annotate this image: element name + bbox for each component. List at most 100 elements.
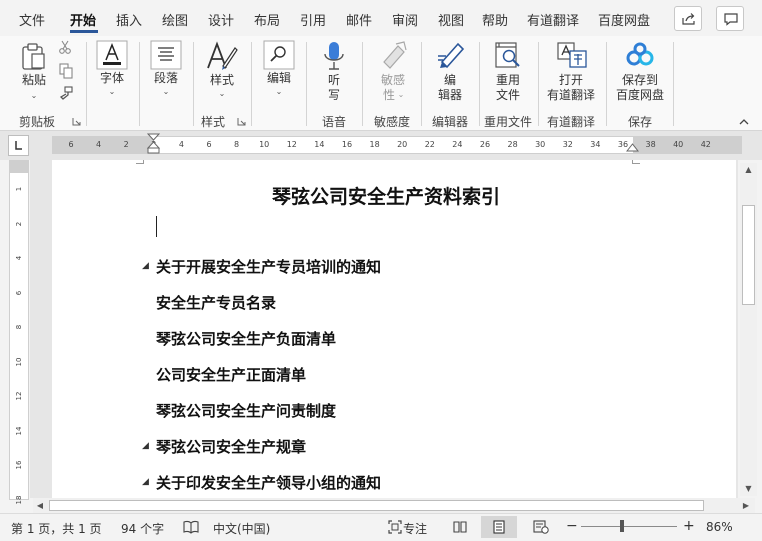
- scroll-left-arrow-icon[interactable]: ◀: [33, 499, 47, 513]
- vertical-scroll-thumb[interactable]: [742, 205, 755, 305]
- ruler-tick-label: 12: [286, 140, 297, 149]
- collapse-arrow-icon[interactable]: ◢: [142, 441, 149, 451]
- vertical-ruler[interactable]: 1 2 4 6 8 10 12 14 16 18: [9, 160, 29, 504]
- group-divider: [673, 42, 674, 126]
- tab-selector[interactable]: [8, 135, 29, 156]
- youdao-label-2: 有道翻译: [546, 88, 596, 102]
- tab-stop-icon: [15, 141, 22, 150]
- menu-insert[interactable]: 插入: [116, 10, 142, 29]
- clipboard-group-label: 剪贴板: [18, 115, 56, 129]
- editor-label-1: 编: [443, 73, 457, 87]
- ruler-tick-label: 26: [479, 140, 491, 149]
- group-divider: [538, 42, 539, 126]
- document-page[interactable]: 琴弦公司安全生产资料索引 ◢ 关于开展安全生产专员培训的通知 安全生产专员名录 …: [52, 160, 736, 498]
- vertical-scrollbar[interactable]: ▲ ▼: [740, 163, 757, 496]
- ruler-tick-label: 18: [15, 495, 23, 504]
- ruler-tick-label: 32: [562, 140, 573, 149]
- menu-help[interactable]: 帮助: [482, 10, 508, 29]
- chevron-down-icon: ⌄: [218, 89, 226, 98]
- baidu-label-2: 百度网盘: [615, 88, 665, 102]
- menu-mailings[interactable]: 邮件: [346, 10, 372, 29]
- zoom-slider[interactable]: [581, 526, 677, 527]
- ruler-tick-label: 20: [397, 140, 408, 149]
- editor-label-2: 辑器: [437, 88, 463, 102]
- heading-item[interactable]: 关于印发安全生产领导小组的通知: [156, 472, 381, 493]
- chevron-down-icon: ⌄: [162, 87, 170, 96]
- horizontal-scroll-thumb[interactable]: [49, 500, 704, 511]
- heading-item[interactable]: 琴弦公司安全生产问责制度: [156, 400, 336, 421]
- copy-icon[interactable]: [58, 63, 74, 79]
- horizontal-scrollbar[interactable]: ◀ ▶: [33, 498, 755, 513]
- format-painter-icon[interactable]: [58, 86, 74, 102]
- ruler-tick-label: 6: [68, 140, 74, 149]
- focus-button[interactable]: 专注: [403, 520, 427, 537]
- styles-group-label: 样式: [200, 115, 226, 129]
- menu-view[interactable]: 视图: [438, 10, 464, 29]
- ruler-bar: 6422468101214161820222426283032343638404…: [0, 131, 762, 160]
- ruler-tick-label: 4: [96, 140, 102, 149]
- voice-group-label: 语音: [321, 115, 347, 129]
- menu-references[interactable]: 引用: [300, 10, 326, 29]
- ruler-tick-label: 22: [424, 140, 435, 149]
- scroll-up-arrow-icon[interactable]: ▲: [740, 163, 757, 177]
- share-button[interactable]: [674, 6, 702, 31]
- zoom-slider-thumb[interactable]: [620, 520, 624, 532]
- scroll-down-arrow-icon[interactable]: ▼: [740, 482, 757, 496]
- ruler-tick-label: 12: [15, 391, 23, 401]
- group-divider: [421, 42, 422, 126]
- document-area[interactable]: 琴弦公司安全生产资料索引 ◢ 关于开展安全生产专员培训的通知 安全生产专员名录 …: [30, 160, 738, 498]
- page-count[interactable]: 第 1 页，共 1 页: [11, 520, 102, 537]
- group-divider: [606, 42, 607, 126]
- group-divider: [306, 42, 307, 126]
- ruler-tick-label: 2: [123, 140, 129, 149]
- heading-item[interactable]: 琴弦公司安全生产负面清单: [156, 328, 336, 349]
- baidu-cloud-icon: [626, 42, 654, 66]
- web-layout-icon[interactable]: [533, 520, 549, 534]
- read-mode-icon[interactable]: [453, 520, 467, 534]
- zoom-in-button[interactable]: +: [683, 518, 695, 534]
- comments-button[interactable]: [716, 6, 744, 31]
- active-tab-indicator: [70, 30, 98, 33]
- focus-icon: [388, 520, 402, 534]
- styles-icon: [207, 41, 238, 70]
- language[interactable]: 中文(中国): [213, 520, 270, 537]
- group-divider: [362, 42, 363, 126]
- status-bar: 第 1 页，共 1 页 94 个字 中文(中国) 专注 − + 86%: [0, 513, 762, 541]
- menu-draw[interactable]: 绘图: [162, 10, 188, 29]
- menu-baidu[interactable]: 百度网盘: [598, 10, 650, 29]
- word-count[interactable]: 94 个字: [121, 520, 164, 537]
- menu-home[interactable]: 开始: [70, 10, 96, 29]
- heading-item[interactable]: 公司安全生产正面清单: [156, 364, 306, 385]
- dictate-label-1: 听: [327, 73, 341, 87]
- chevron-down-icon: ⌄: [30, 91, 38, 100]
- scroll-right-arrow-icon[interactable]: ▶: [739, 499, 753, 513]
- chevron-down-icon: ⌄: [397, 90, 405, 99]
- ruler-tick-label: 16: [15, 460, 23, 470]
- cut-icon[interactable]: [58, 40, 72, 54]
- menu-youdao[interactable]: 有道翻译: [527, 10, 579, 29]
- sensitivity-label-1: 敏感: [380, 73, 406, 87]
- collapse-ribbon-icon[interactable]: [738, 117, 750, 127]
- collapse-arrow-icon[interactable]: ◢: [142, 477, 149, 487]
- menu-review[interactable]: 审阅: [392, 10, 418, 29]
- reuse-label-2: 文件: [495, 88, 521, 102]
- right-indent-marker-icon[interactable]: [626, 142, 639, 152]
- heading-item[interactable]: 琴弦公司安全生产规章: [156, 436, 306, 457]
- zoom-out-button[interactable]: −: [566, 518, 578, 534]
- ruler-tick-label: 38: [645, 140, 656, 149]
- heading-item[interactable]: 安全生产专员名录: [156, 292, 276, 313]
- ruler-tick-label: 42: [700, 140, 711, 149]
- indent-marker-icon[interactable]: [147, 133, 160, 160]
- youdao-group-label: 有道翻译: [546, 115, 596, 129]
- menu-design[interactable]: 设计: [208, 10, 234, 29]
- menu-layout[interactable]: 布局: [254, 10, 280, 29]
- heading-item[interactable]: 关于开展安全生产专员培训的通知: [156, 256, 381, 277]
- zoom-level[interactable]: 86%: [706, 520, 733, 534]
- dialog-launcher-icon[interactable]: [72, 117, 81, 126]
- ruler-tick-label: 24: [452, 140, 463, 149]
- menu-file[interactable]: 文件: [19, 10, 45, 29]
- dialog-launcher-icon[interactable]: [237, 117, 246, 126]
- proofing-book-icon[interactable]: [183, 520, 199, 534]
- collapse-arrow-icon[interactable]: ◢: [142, 261, 149, 271]
- ruler-tick-label: 10: [15, 357, 23, 366]
